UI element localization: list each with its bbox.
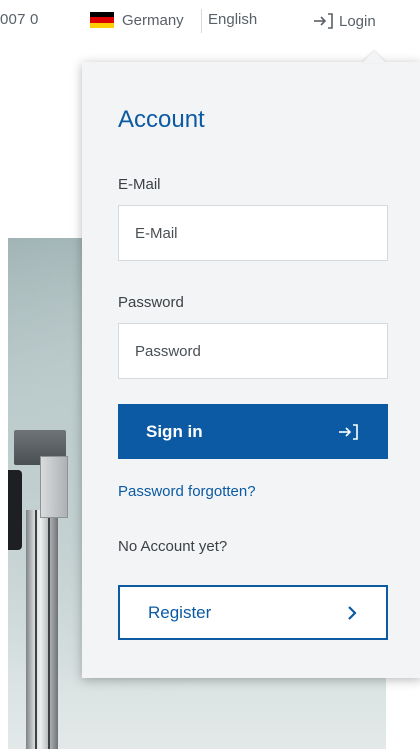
photo-detail [48, 510, 50, 749]
login-dropdown: Account E-Mail Password Sign in Password… [82, 62, 420, 678]
sign-in-button[interactable]: Sign in [118, 404, 388, 459]
chevron-right-icon [348, 605, 357, 620]
login-link[interactable]: Login [313, 9, 376, 33]
password-forgotten-link[interactable]: Password forgotten? [118, 483, 256, 500]
panel-title: Account [118, 106, 205, 133]
sign-in-label: Sign in [146, 421, 203, 441]
page: 007 0 Germany English Login Account E-Ma… [0, 0, 420, 749]
email-field[interactable] [118, 205, 388, 261]
top-bar: 007 0 Germany English Login [0, 0, 420, 44]
login-arrow-icon [339, 423, 358, 440]
login-arrow-icon [314, 13, 333, 29]
country-label: Germany [122, 11, 184, 29]
email-label: E-Mail [118, 176, 161, 193]
phone-number-fragment: 007 0 [0, 11, 39, 28]
divider [201, 9, 202, 33]
photo-detail [8, 470, 22, 550]
photo-detail [26, 510, 58, 749]
photo-detail [35, 510, 37, 749]
login-label: Login [339, 12, 376, 30]
password-label: Password [118, 294, 184, 311]
photo-detail [40, 456, 68, 518]
register-label: Register [148, 602, 212, 622]
no-account-text: No Account yet? [118, 538, 228, 555]
password-field[interactable] [118, 323, 388, 379]
register-button[interactable]: Register [118, 585, 388, 640]
dropdown-arrow [362, 51, 386, 63]
language-selector[interactable]: English [208, 11, 257, 28]
germany-flag-icon [90, 12, 114, 28]
country-selector[interactable]: Germany [90, 9, 184, 31]
